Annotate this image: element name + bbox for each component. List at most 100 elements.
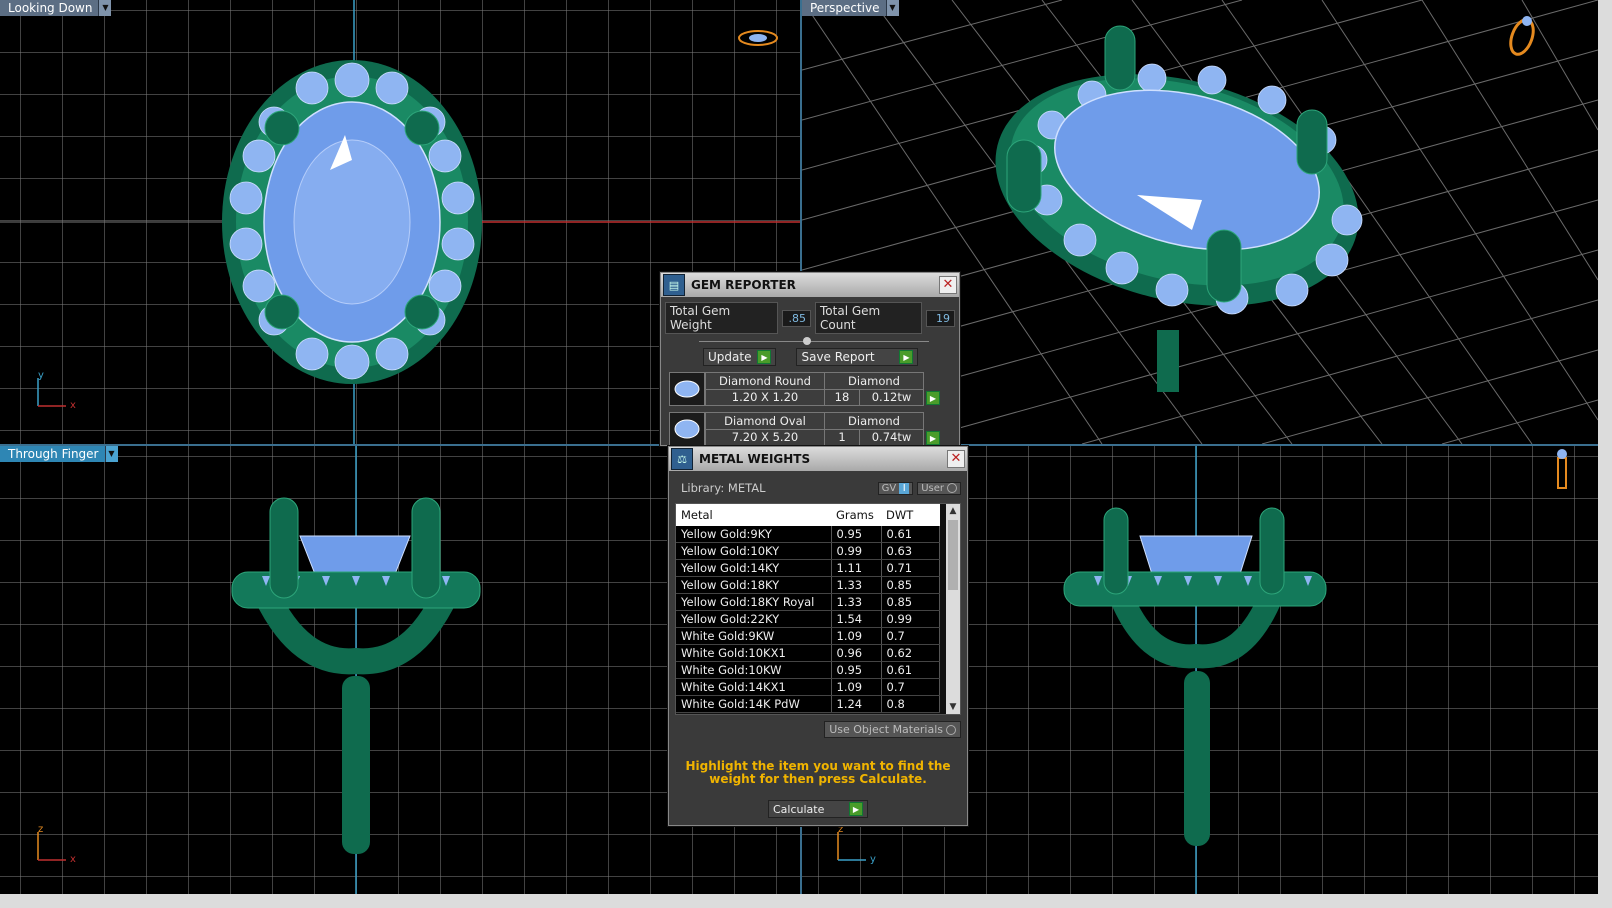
cell-grams: 1.33 xyxy=(831,593,882,611)
play-icon[interactable]: ▶ xyxy=(926,431,940,445)
calculate-button[interactable]: Calculate ▶ xyxy=(768,800,868,818)
table-row[interactable]: Yellow Gold:14KY 1.11 0.71 xyxy=(676,559,940,577)
table-row[interactable]: White Gold:9KW 1.09 0.7 xyxy=(676,627,940,645)
panel-title: METAL WEIGHTS xyxy=(699,452,811,466)
column-header-metal[interactable]: Metal xyxy=(676,504,831,526)
cell-grams: 1.33 xyxy=(831,576,882,594)
diamond-round-icon xyxy=(669,372,705,406)
metal-weights-titlebar[interactable]: ⚖ METAL WEIGHTS ✕ xyxy=(669,447,967,471)
chevron-down-icon[interactable]: ▼ xyxy=(98,0,112,16)
viewport-name: Perspective xyxy=(810,1,880,15)
cell-metal: Yellow Gold:10KY xyxy=(676,542,832,560)
panel-title: GEM REPORTER xyxy=(691,278,796,292)
gem-reporter-titlebar[interactable]: ▤ GEM REPORTER ✕ xyxy=(661,273,959,297)
total-gem-count-value: 19 xyxy=(925,309,956,327)
gem-material: Diamond xyxy=(824,372,924,390)
axis-label-x: x xyxy=(70,400,76,411)
scroll-up-icon[interactable]: ▲ xyxy=(946,504,960,518)
viewport-label-through-finger[interactable]: Through Finger ▼ xyxy=(0,446,118,462)
cell-grams: 1.54 xyxy=(831,610,882,628)
cell-metal: Yellow Gold:14KY xyxy=(676,559,832,577)
cell-metal: White Gold:14KX1 xyxy=(676,678,832,696)
gem-name: Diamond Oval xyxy=(705,412,825,430)
table-row[interactable]: White Gold:14KX1 1.09 0.7 xyxy=(676,678,940,696)
metal-table[interactable]: Metal Grams DWT Yellow Gold:9KY 0.95 0.61 Y… xyxy=(675,503,961,715)
save-report-button[interactable]: Save Report ▶ xyxy=(796,348,919,366)
cell-metal: White Gold:10KX1 xyxy=(676,644,832,662)
metal-table-scrollbar[interactable]: ▲ ▼ xyxy=(946,504,960,714)
diamond-oval-icon xyxy=(669,412,705,446)
cell-dwt: 0.85 xyxy=(881,576,940,594)
cell-grams: 0.96 xyxy=(831,644,882,662)
close-icon[interactable]: ✕ xyxy=(947,450,965,468)
viewport-label-perspective[interactable]: Perspective ▼ xyxy=(802,0,899,16)
toggle-off-icon xyxy=(946,724,956,735)
gem-weight: 0.12tw xyxy=(859,388,924,406)
table-row[interactable]: Yellow Gold:18KY 1.33 0.85 xyxy=(676,576,940,594)
table-row[interactable]: White Gold:14K PdW 1.24 0.8 xyxy=(676,695,940,713)
viewport-name: Through Finger xyxy=(8,447,99,461)
play-icon: ▶ xyxy=(849,802,863,816)
gv-toggle[interactable]: GV I xyxy=(877,481,914,495)
column-header-dwt[interactable]: DWT xyxy=(881,504,940,526)
column-header-grams[interactable]: Grams xyxy=(831,504,881,526)
calculate-hint: Highlight the item you want to find the … xyxy=(685,759,951,786)
gv-label: GV xyxy=(881,482,897,494)
play-icon: ▶ xyxy=(899,350,914,364)
use-object-materials-toggle[interactable]: Use Object Materials xyxy=(824,721,961,738)
axis-label-z: z xyxy=(38,824,44,835)
cell-metal: White Gold:10KW xyxy=(676,661,832,679)
table-row[interactable]: Yellow Gold:9KY 0.95 0.61 xyxy=(676,526,940,543)
calculate-label: Calculate xyxy=(773,802,825,816)
user-label: User xyxy=(921,482,944,494)
ring-orientation-icon xyxy=(738,30,778,46)
chevron-down-icon[interactable]: ▼ xyxy=(885,0,899,16)
cell-dwt: 0.63 xyxy=(881,542,940,560)
cell-grams: 1.11 xyxy=(831,559,882,577)
scroll-thumb[interactable] xyxy=(948,520,958,590)
viewport-label-looking-down[interactable]: Looking Down ▼ xyxy=(0,0,112,16)
play-icon[interactable]: ▶ xyxy=(926,391,940,405)
axis-label-y: y xyxy=(870,854,876,865)
cell-grams: 1.09 xyxy=(831,627,882,645)
use-object-materials-label: Use Object Materials xyxy=(829,723,943,736)
cell-dwt: 0.85 xyxy=(881,593,940,611)
play-icon: ▶ xyxy=(757,350,772,364)
cell-grams: 0.95 xyxy=(831,526,882,543)
table-row[interactable]: White Gold:10KX1 0.96 0.62 xyxy=(676,644,940,662)
panel-splitter[interactable] xyxy=(699,336,929,346)
cell-dwt: 0.62 xyxy=(881,644,940,662)
gem-count: 18 xyxy=(824,388,860,406)
table-row[interactable]: White Gold:10KW 0.95 0.61 xyxy=(676,661,940,679)
cell-dwt: 0.61 xyxy=(881,526,940,543)
cell-dwt: 0.8 xyxy=(881,695,940,713)
cell-dwt: 0.7 xyxy=(881,678,940,696)
total-gem-weight-label: Total Gem Weight xyxy=(665,302,778,334)
gem-entry-oval[interactable]: Diamond Oval Diamond 7.20 X 5.20 1 0.74t… xyxy=(669,412,959,446)
gem-material: Diamond xyxy=(824,412,924,430)
close-icon[interactable]: ✕ xyxy=(939,276,957,294)
cell-dwt: 0.61 xyxy=(881,661,940,679)
scroll-down-icon[interactable]: ▼ xyxy=(946,700,960,714)
cell-dwt: 0.71 xyxy=(881,559,940,577)
library-label: Library: METAL xyxy=(681,481,766,495)
table-row[interactable]: Yellow Gold:10KY 0.99 0.63 xyxy=(676,542,940,560)
gem-entry-round[interactable]: Diamond Round Diamond 1.20 X 1.20 18 0.1… xyxy=(669,372,959,406)
table-row[interactable]: Yellow Gold:22KY 1.54 0.99 xyxy=(676,610,940,628)
cell-grams: 0.99 xyxy=(831,542,882,560)
gem-weight: 0.74tw xyxy=(859,428,924,446)
metal-scale-icon: ⚖ xyxy=(671,448,693,470)
axis-label-y: y xyxy=(38,370,44,381)
total-gem-weight-value: .85 xyxy=(781,309,811,327)
cell-dwt: 0.99 xyxy=(881,610,940,628)
table-row[interactable]: Yellow Gold:18KY Royal 1.33 0.85 xyxy=(676,593,940,611)
toggle-on-icon: I xyxy=(899,482,910,494)
user-toggle[interactable]: User xyxy=(917,481,961,495)
gem-size: 7.20 X 5.20 xyxy=(705,428,825,446)
chevron-down-icon[interactable]: ▼ xyxy=(104,446,118,462)
viewport-name: Looking Down xyxy=(8,1,93,15)
cell-metal: Yellow Gold:9KY xyxy=(676,526,832,543)
cell-dwt: 0.7 xyxy=(881,627,940,645)
update-button[interactable]: Update ▶ xyxy=(703,348,777,366)
cell-grams: 0.95 xyxy=(831,661,882,679)
